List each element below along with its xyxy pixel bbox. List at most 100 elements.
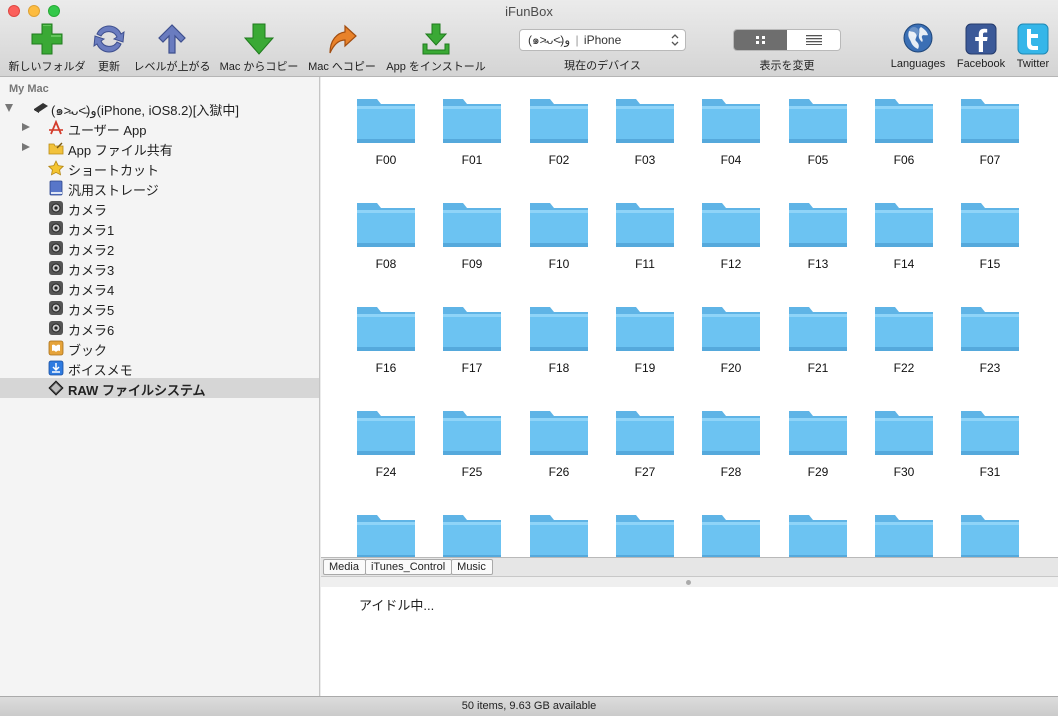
folder-item[interactable]: F00	[346, 95, 426, 185]
folder-item[interactable]: F02	[519, 95, 599, 185]
sidebar-item-camera[interactable]: カメラ	[0, 198, 319, 218]
sidebar-item-camera2[interactable]: カメラ2	[0, 238, 319, 258]
icon-view-button[interactable]	[734, 30, 787, 50]
new-folder-button[interactable]: 新しいフォルダ	[6, 22, 88, 74]
folder-item[interactable]: F25	[432, 407, 512, 497]
camera-icon	[49, 241, 63, 255]
folder-item[interactable]: F10	[519, 199, 599, 289]
sidebar: My Mac (๑˃̵ᴗ˂̵)و(iPhone, iOS8.2)[入獄中] ユー…	[0, 77, 320, 696]
folder-name: F14	[893, 257, 915, 271]
panel-splitter[interactable]	[321, 577, 1058, 587]
folder-name: F10	[548, 257, 570, 271]
copy-to-mac-button[interactable]: Mac からコピー	[217, 22, 301, 74]
disclosure-right-icon[interactable]	[22, 123, 30, 131]
folder-icon	[875, 411, 933, 455]
folder-item[interactable]: F24	[346, 407, 426, 497]
sidebar-item-camera5[interactable]: カメラ5	[0, 298, 319, 318]
folder-name: F15	[979, 257, 1001, 271]
folder-item[interactable]: F12	[691, 199, 771, 289]
folder-item[interactable]: F05	[778, 95, 858, 185]
folder-item[interactable]: F15	[950, 199, 1030, 289]
folder-icon	[875, 307, 933, 351]
folder-name: F06	[893, 153, 915, 167]
folder-item[interactable]: F29	[778, 407, 858, 497]
sidebar-device-row[interactable]: (๑˃̵ᴗ˂̵)و(iPhone, iOS8.2)[入獄中]	[0, 98, 319, 118]
folder-name: F00	[375, 153, 397, 167]
folder-item[interactable]	[864, 511, 944, 557]
facebook-button[interactable]: Facebook	[952, 22, 1010, 74]
iphone-device-icon	[34, 103, 48, 113]
sidebar-item-camera3[interactable]: カメラ3	[0, 258, 319, 278]
folder-item[interactable]: F28	[691, 407, 771, 497]
sidebar-item-app-file-share[interactable]: App ファイル共有	[0, 138, 319, 158]
folder-name: F21	[807, 361, 829, 375]
device-select[interactable]: (๑˃̵ᴗ˂̵)و | iPhone	[519, 29, 686, 51]
folder-item[interactable]: F09	[432, 199, 512, 289]
folder-name: F05	[807, 153, 829, 167]
folder-item[interactable]: F26	[519, 407, 599, 497]
folder-item[interactable]: F21	[778, 303, 858, 393]
folder-item[interactable]	[346, 511, 426, 557]
log-panel: アイドル中...	[321, 587, 1058, 696]
folder-item[interactable]: F11	[605, 199, 685, 289]
folder-item[interactable]: F03	[605, 95, 685, 185]
folder-name: F24	[375, 465, 397, 479]
refresh-label: 更新	[98, 61, 120, 73]
device-model: iPhone	[583, 33, 622, 47]
up-level-button[interactable]: レベルが上がる	[132, 22, 212, 74]
sidebar-item-storage[interactable]: 汎用ストレージ	[0, 178, 319, 198]
splitter-handle-icon[interactable]	[686, 580, 691, 585]
twitter-button[interactable]: Twitter	[1013, 22, 1053, 74]
install-app-button[interactable]: App をインストール	[384, 22, 488, 74]
folder-item[interactable]: F04	[691, 95, 771, 185]
folder-item[interactable]	[778, 511, 858, 557]
folder-item[interactable]: F19	[605, 303, 685, 393]
breadcrumb-item-media[interactable]: Media	[323, 559, 366, 575]
sidebar-item-camera6[interactable]: カメラ6	[0, 318, 319, 338]
copy-from-mac-button[interactable]: Mac へコピー	[306, 22, 378, 74]
folder-share-icon	[48, 142, 64, 155]
folder-icon	[530, 515, 588, 557]
folder-item[interactable]: F23	[950, 303, 1030, 393]
folder-item[interactable]: F06	[864, 95, 944, 185]
sidebar-item-camera4[interactable]: カメラ4	[0, 278, 319, 298]
folder-item[interactable]: F22	[864, 303, 944, 393]
breadcrumb-item-music[interactable]: Music	[451, 559, 493, 575]
folder-item[interactable]	[605, 511, 685, 557]
folder-icon	[789, 411, 847, 455]
folder-item[interactable]	[950, 511, 1030, 557]
folder-item[interactable]: F17	[432, 303, 512, 393]
voice-memo-icon	[48, 360, 64, 376]
folder-icon	[616, 515, 674, 557]
folder-item[interactable]: F14	[864, 199, 944, 289]
sidebar-item-shortcut[interactable]: ショートカット	[0, 158, 319, 178]
sidebar-item-voice-memo[interactable]: ボイスメモ	[0, 358, 319, 378]
sidebar-item-label: カメラ	[68, 203, 108, 218]
folder-item[interactable]: F20	[691, 303, 771, 393]
languages-button[interactable]: Languages	[888, 22, 948, 74]
list-icon	[805, 35, 822, 45]
list-view-button[interactable]	[787, 30, 840, 50]
folder-item[interactable]: F18	[519, 303, 599, 393]
sidebar-item-user-app[interactable]: ユーザー App	[0, 118, 319, 138]
sidebar-item-camera1[interactable]: カメラ1	[0, 218, 319, 238]
folder-item[interactable]: F30	[864, 407, 944, 497]
folder-item[interactable]: F31	[950, 407, 1030, 497]
folder-item[interactable]: F07	[950, 95, 1030, 185]
disclosure-down-icon[interactable]	[5, 104, 13, 112]
sidebar-item-label: カメラ4	[68, 283, 115, 298]
folder-item[interactable]: F27	[605, 407, 685, 497]
folder-item[interactable]: F01	[432, 95, 512, 185]
sidebar-item-books[interactable]: ブック	[0, 338, 319, 358]
folder-icon	[443, 307, 501, 351]
refresh-button[interactable]: 更新	[92, 22, 126, 74]
sidebar-item-raw-filesystem[interactable]: RAW ファイルシステム	[0, 378, 319, 398]
breadcrumb-item-itunes-control[interactable]: iTunes_Control	[364, 559, 453, 575]
folder-item[interactable]: F16	[346, 303, 426, 393]
disclosure-right-icon[interactable]	[22, 143, 30, 151]
folder-item[interactable]: F08	[346, 199, 426, 289]
folder-item[interactable]	[691, 511, 771, 557]
folder-item[interactable]	[432, 511, 512, 557]
folder-item[interactable]: F13	[778, 199, 858, 289]
folder-item[interactable]	[519, 511, 599, 557]
